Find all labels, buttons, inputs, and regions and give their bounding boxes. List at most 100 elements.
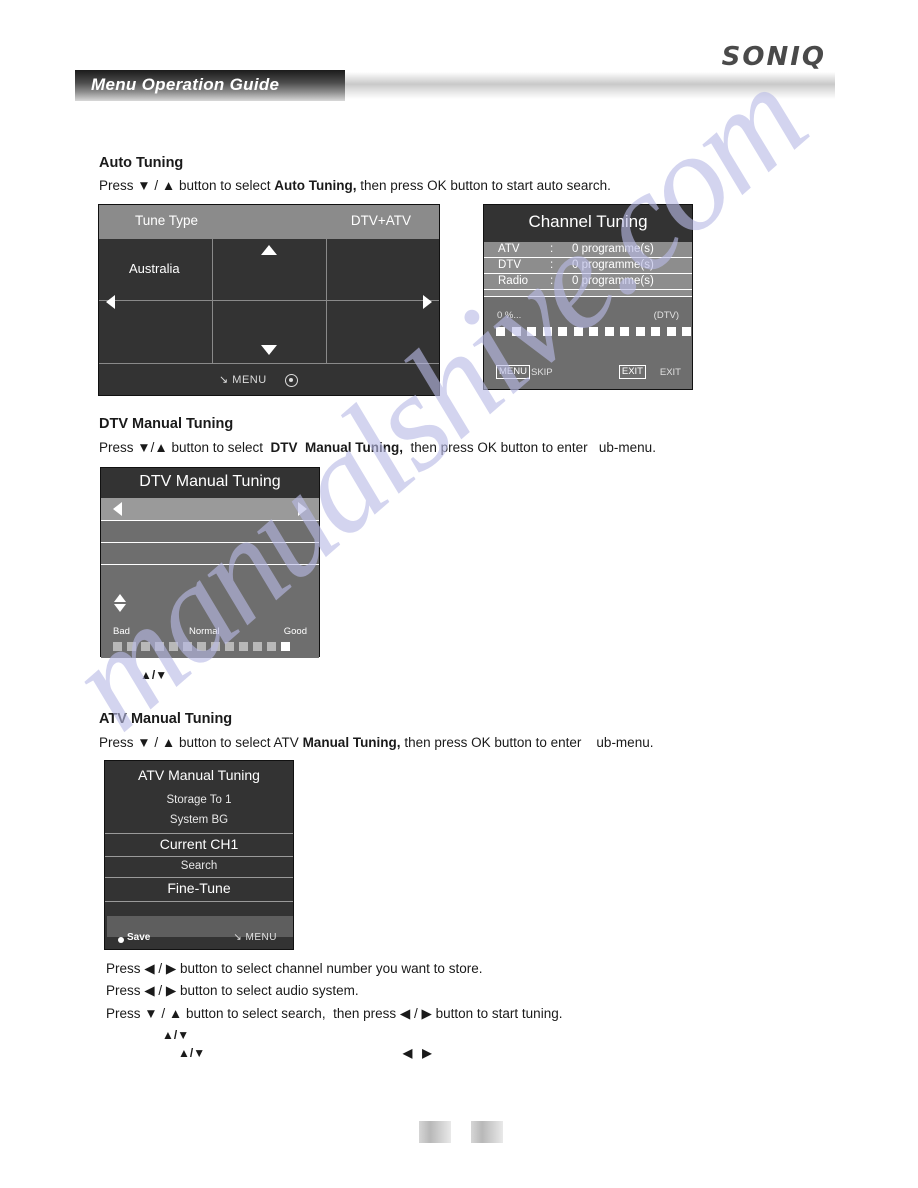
- triangle-right-icon[interactable]: [298, 502, 307, 516]
- progress-block: [682, 327, 691, 336]
- grid-divider-vertical-left: [212, 239, 213, 363]
- page-header-bar: Menu Operation Guide: [75, 70, 835, 101]
- channel-tuning-title: Channel Tuning: [528, 212, 648, 231]
- signal-bar: [141, 642, 150, 651]
- dtv-manual-title: DTV Manual Tuning: [139, 473, 281, 490]
- instruction-dtv-manual-tuning: Press ▼/▲ button to select DTV Manual Tu…: [99, 440, 656, 455]
- atv-instruction-line-1: Press ◀ / ▶ button to select channel num…: [106, 961, 483, 976]
- progress-block: [635, 327, 645, 336]
- progress-block: [620, 327, 629, 336]
- menu-return-icon-label[interactable]: ↘ MENU: [219, 373, 267, 386]
- row-key: Radio: [498, 275, 529, 287]
- progress-mode: (DTV): [653, 310, 679, 321]
- atv-instruction-line-2: Press ◀ / ▶ button to select audio syste…: [106, 983, 359, 998]
- menu-key-button[interactable]: MENU: [496, 365, 530, 379]
- atv-menu-item-system[interactable]: System BG: [105, 814, 293, 826]
- dtv-manual-blank-row[interactable]: [101, 565, 319, 587]
- skip-label: SKIP: [531, 367, 553, 378]
- dtv-manual-blank-row[interactable]: [101, 521, 319, 543]
- instruction-auto-tuning: Press ▼ / ▲ button to select Auto Tuning…: [99, 178, 611, 193]
- atv-menu-item-search[interactable]: Search: [105, 860, 293, 872]
- triangle-right-icon[interactable]: [423, 295, 432, 309]
- atv-instruction-line-3: Press ▼ / ▲ button to select search, the…: [106, 1006, 563, 1021]
- progress-block: [589, 327, 598, 336]
- header-bar-gradient-right: [345, 72, 835, 99]
- dtv-manual-selected-row[interactable]: [101, 498, 319, 521]
- signal-bar: [197, 642, 206, 651]
- progress-block: [651, 327, 660, 336]
- atv-arrow-note-1: ▲/▼: [162, 1028, 190, 1042]
- dtv-manual-blank-row[interactable]: [101, 543, 319, 565]
- instruction-atv-manual-tuning: Press ▼ / ▲ button to select ATV Manual …: [99, 735, 653, 750]
- progress-block: [511, 327, 521, 336]
- row-key: ATV: [498, 243, 520, 255]
- row-key: DTV: [498, 259, 521, 271]
- tune-type-footer: ↘ MENU: [99, 363, 439, 395]
- section-heading-atv-manual-tuning: ATV Manual Tuning: [99, 711, 233, 727]
- signal-bar: [211, 642, 220, 651]
- signal-label-bad: Bad: [113, 626, 130, 637]
- triangle-left-icon[interactable]: [113, 502, 122, 516]
- signal-bar: [183, 642, 192, 651]
- triangle-down-icon[interactable]: [261, 345, 277, 355]
- dtv-signal-meter: Bad Normal Good: [101, 586, 319, 658]
- row-value: 0 programme(s): [572, 275, 654, 287]
- atv-menu-item-current-ch[interactable]: Current CH1: [105, 836, 293, 852]
- tune-type-grid: Australia: [99, 239, 439, 363]
- signal-strength-bars: [113, 642, 290, 651]
- tune-type-header: Tune Type DTV+ATV: [99, 205, 439, 239]
- atv-menu-item-fine-tune[interactable]: Fine-Tune: [105, 880, 293, 896]
- atv-menu-label: MENU: [245, 932, 277, 943]
- signal-bar: [239, 642, 248, 651]
- ok-circle-icon[interactable]: [285, 374, 298, 387]
- atv-separator: [105, 856, 293, 857]
- progress-block: [604, 327, 614, 336]
- grid-divider-horizontal: [99, 300, 439, 301]
- header-bar-gradient-left: Menu Operation Guide: [75, 70, 345, 101]
- atv-manual-tuning-osd: ATV Manual Tuning Storage To 1 System BG…: [104, 760, 294, 950]
- progress-block: [496, 327, 505, 336]
- section-heading-auto-tuning: Auto Tuning: [99, 155, 184, 171]
- row-colon: :: [550, 259, 554, 271]
- row-colon: :: [550, 243, 554, 255]
- atv-manual-footer: Save ↘ MENU: [105, 929, 293, 949]
- signal-label-good: Good: [283, 626, 307, 637]
- signal-bar: [253, 642, 262, 651]
- progress-blocks: [496, 327, 691, 336]
- instruction-atv-bold: Manual Tuning,: [302, 735, 401, 750]
- instruction-dtv-prefix: Press ▼/▲ button to select: [99, 440, 271, 455]
- up-down-arrows-icon[interactable]: [114, 594, 126, 612]
- atv-menu-item-storage[interactable]: Storage To 1: [105, 794, 293, 806]
- save-dot-icon: [118, 937, 124, 943]
- triangle-left-icon[interactable]: [106, 295, 115, 309]
- save-label[interactable]: Save: [127, 932, 150, 943]
- section-heading-dtv-manual-tuning: DTV Manual Tuning: [99, 416, 234, 432]
- instruction-atv-suffix: then press OK button to enter ub-menu.: [400, 735, 654, 750]
- progress-block: [666, 327, 676, 336]
- table-row: ATV : 0 programme(s): [484, 242, 692, 258]
- triangle-up-icon[interactable]: [261, 245, 277, 255]
- atv-manual-title: ATV Manual Tuning: [138, 767, 260, 783]
- page-number-mark-right: [471, 1121, 503, 1143]
- signal-bar: [169, 642, 178, 651]
- progress-block: [542, 327, 552, 336]
- channel-tuning-header: Channel Tuning: [484, 205, 692, 242]
- dtv-arrow-note: ▲/▼: [140, 668, 168, 682]
- instruction-dtv-suffix: then press OK button to enter ub-menu.: [403, 440, 656, 455]
- menu-return-label[interactable]: ↘ MENU: [233, 932, 277, 943]
- tune-type-menu-label: MENU: [232, 374, 267, 386]
- instruction-dtv-bold: DTV Manual Tuning,: [270, 440, 404, 455]
- row-value: 0 programme(s): [572, 243, 654, 255]
- progress-block: [527, 327, 536, 336]
- exit-key-button[interactable]: EXIT: [618, 365, 646, 379]
- tune-type-value: DTV+ATV: [350, 213, 411, 228]
- page-number-mark-left: [419, 1121, 451, 1143]
- atv-arrow-note-2: ▲/▼: [178, 1046, 206, 1060]
- channel-tuning-osd: Channel Tuning ATV : 0 programme(s) DTV …: [483, 204, 693, 390]
- signal-label-normal: Normal: [189, 626, 220, 637]
- signal-bar: [127, 642, 136, 651]
- tune-type-country: Australia: [129, 261, 180, 276]
- instruction-atv-prefix: Press ▼ / ▲ button to select ATV: [99, 735, 303, 750]
- page-title: Menu Operation Guide: [91, 75, 280, 94]
- row-colon: :: [550, 275, 554, 287]
